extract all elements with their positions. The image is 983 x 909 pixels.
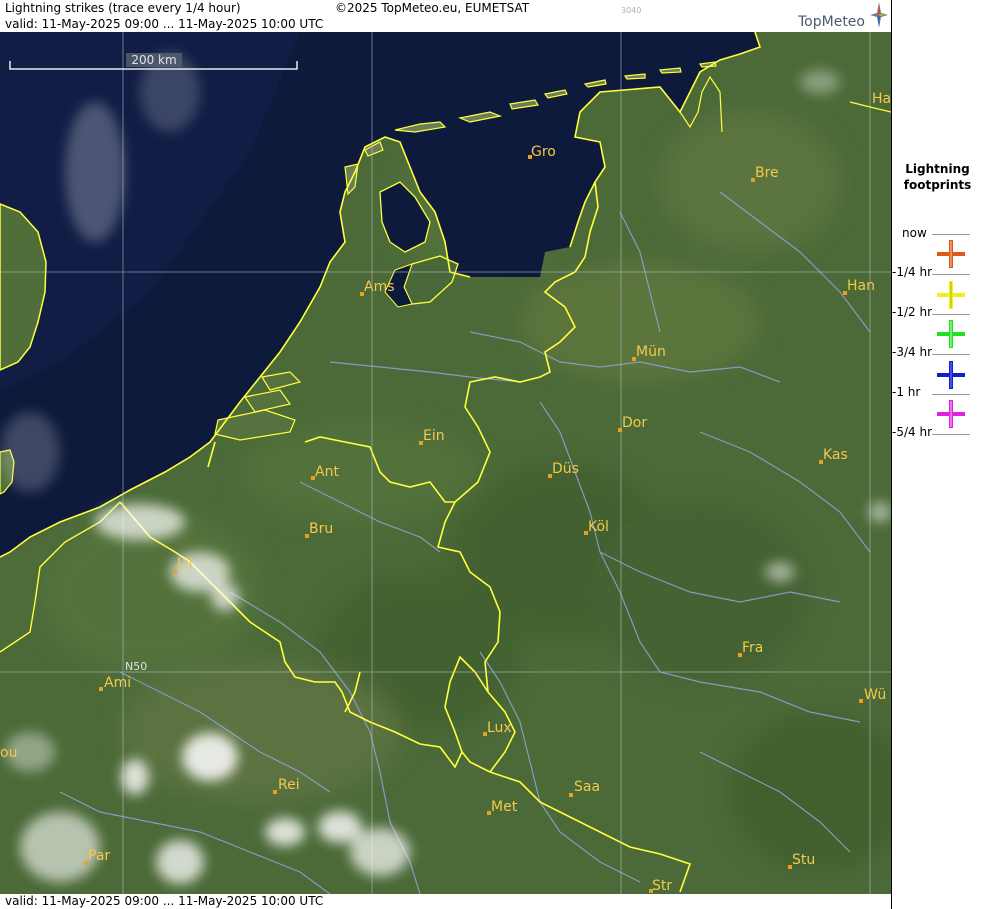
map-title: Lightning strikes (trace every 1/4 hour) xyxy=(5,1,241,15)
city-label: Saa xyxy=(574,779,600,795)
city-label: Lil xyxy=(177,556,193,572)
legend-title-line2: footprints xyxy=(903,178,972,192)
legend-label-five-quarter: -5/4 hr xyxy=(892,425,932,439)
brand-name[interactable]: TopMeteo xyxy=(798,14,865,30)
city-marker xyxy=(859,699,863,703)
legend-divider xyxy=(932,274,970,275)
satellite-map[interactable]: 200 km N50 Gro Bre Ha Ams Han Mün Dor Ei… xyxy=(0,32,891,894)
legend-label-half: -1/2 hr xyxy=(892,305,932,319)
city-label: Kas xyxy=(823,447,848,463)
legend-label-now: now xyxy=(902,226,927,240)
city-label: Ams xyxy=(364,279,395,295)
city-label: Ein xyxy=(423,428,445,444)
city-marker xyxy=(99,687,103,691)
valid-time-bottom: valid: 11-May-2025 09:00 ... 11-May-2025… xyxy=(5,894,324,908)
city-label: Dor xyxy=(622,415,647,431)
city-label: Par xyxy=(88,848,110,864)
legend-title: Lightning footprints xyxy=(892,161,983,193)
scale-label: 200 km xyxy=(131,53,176,67)
city-label: ou xyxy=(0,745,17,761)
city-label: Ami xyxy=(104,675,131,691)
city-label: Han xyxy=(847,278,875,294)
legend-title-line1: Lightning xyxy=(905,162,970,176)
city-label: Str xyxy=(652,878,672,894)
city-label: Met xyxy=(491,799,518,815)
map-code: 3040 xyxy=(621,6,642,15)
city-marker xyxy=(273,790,277,794)
valid-time-top: valid: 11-May-2025 09:00 ... 11-May-2025… xyxy=(5,17,324,31)
legend-divider xyxy=(932,354,970,355)
legend-label-quarter: -1/4 hr xyxy=(892,265,932,279)
legend-divider xyxy=(932,434,970,435)
city-label: Mün xyxy=(636,344,666,360)
city-label: Fra xyxy=(742,640,763,656)
city-label: Bre xyxy=(755,165,779,181)
city-label: Gro xyxy=(531,144,556,160)
legend-label-one-hour: -1 hr xyxy=(892,385,921,399)
legend-divider xyxy=(932,394,970,395)
lightning-cross-icon xyxy=(937,400,965,428)
city-label: Stu xyxy=(792,852,815,868)
city-label: Wü xyxy=(864,687,886,703)
city-label: Bru xyxy=(309,521,333,537)
lightning-cross-icon xyxy=(937,281,965,309)
city-label: Rei xyxy=(278,777,300,793)
copyright-text: ©2025 TopMeteo.eu, EUMETSAT xyxy=(335,1,530,15)
lightning-cross-icon xyxy=(937,240,965,268)
legend-divider xyxy=(932,234,970,235)
legend-divider xyxy=(932,314,970,315)
latitude-label: N50 xyxy=(125,660,147,673)
city-label: Ha xyxy=(872,91,891,107)
city-marker xyxy=(569,793,573,797)
legend-label-three-quarter: -3/4 hr xyxy=(892,345,932,359)
footer-bar: valid: 11-May-2025 09:00 ... 11-May-2025… xyxy=(0,894,891,909)
compass-star-icon xyxy=(870,2,888,28)
lightning-cross-icon xyxy=(937,361,965,389)
city-label: Ant xyxy=(315,464,339,480)
lightning-cross-icon xyxy=(937,320,965,348)
lightning-legend: Lightning footprints now -1/4 hr -1/2 hr… xyxy=(892,0,983,909)
header-bar: Lightning strikes (trace every 1/4 hour)… xyxy=(0,0,891,32)
city-label: Lux xyxy=(487,720,512,736)
city-label: Düs xyxy=(552,461,579,477)
city-label: Köl xyxy=(588,519,609,535)
